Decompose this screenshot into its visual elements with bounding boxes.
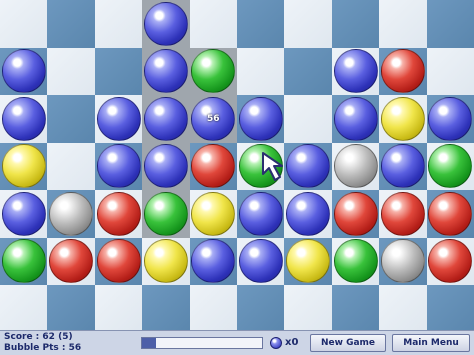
blue-bubble[interactable] (143, 96, 188, 141)
board-tile (0, 285, 48, 330)
board-tile (94, 47, 143, 95)
bubble-points-value: 56 (68, 343, 82, 353)
red-bubble[interactable] (96, 191, 141, 236)
board-tile (94, 0, 143, 48)
score-row: Score : 62 (5) (4, 332, 73, 343)
red-bubble[interactable] (380, 191, 425, 236)
green-bubble[interactable] (1, 239, 46, 284)
board-tile (142, 285, 190, 330)
game-window: 56 Score : 62 (5) Bubble Pts : 56 x0 New… (0, 0, 474, 355)
main-menu-button[interactable]: Main Menu (392, 334, 470, 352)
gray-bubble[interactable] (333, 144, 378, 189)
bubble-points-label: Bubble Pts : (4, 343, 66, 353)
yellow-bubble[interactable] (143, 239, 188, 284)
yellow-bubble[interactable] (1, 144, 46, 189)
blue-bubble[interactable] (96, 96, 141, 141)
board-tile (47, 285, 95, 330)
board-tile (0, 0, 48, 48)
blue-bubble[interactable] (286, 191, 331, 236)
blue-bubble[interactable] (380, 144, 425, 189)
blue-bubble[interactable] (238, 96, 283, 141)
board-tile (237, 0, 285, 48)
blue-bubble[interactable] (333, 49, 378, 94)
bubbles-remaining: x0 (285, 337, 299, 348)
bubble-points-row: Bubble Pts : 56 (4, 343, 81, 354)
game-board[interactable]: 56 (0, 0, 474, 330)
new-game-button[interactable]: New Game (310, 334, 386, 352)
board-tile (284, 285, 332, 330)
board-tile (426, 0, 474, 48)
board-tile (47, 95, 95, 143)
board-tile (284, 0, 332, 48)
blue-bubble[interactable] (143, 1, 188, 46)
selected-group-points: 56 (207, 113, 220, 124)
board-tile (189, 0, 238, 48)
red-bubble[interactable] (333, 191, 378, 236)
board-tile (237, 285, 285, 330)
blue-bubble[interactable] (333, 96, 378, 141)
arrow-cursor-icon (262, 152, 283, 181)
board-tile (237, 47, 285, 95)
board-tile (47, 142, 95, 190)
board-tile (94, 285, 143, 330)
blue-bubble[interactable] (1, 96, 46, 141)
board-tile (47, 0, 95, 48)
board-tile (331, 285, 380, 330)
blue-bubble[interactable] (238, 239, 283, 284)
blue-bubble[interactable] (143, 144, 188, 189)
progress-fill (142, 338, 157, 348)
green-bubble[interactable] (143, 191, 188, 236)
progress-bar (141, 337, 263, 349)
red-bubble[interactable] (380, 49, 425, 94)
blue-bubble[interactable] (96, 144, 141, 189)
board-tile (284, 47, 332, 95)
gray-bubble[interactable] (49, 191, 94, 236)
red-bubble[interactable] (96, 239, 141, 284)
board-tile (284, 95, 332, 143)
score-label: Score : (4, 332, 40, 342)
yellow-bubble[interactable] (191, 191, 236, 236)
board-tile (426, 47, 474, 95)
blue-bubble[interactable] (143, 49, 188, 94)
blue-bubble[interactable] (428, 96, 473, 141)
blue-bubble[interactable] (1, 191, 46, 236)
board-tile (47, 47, 95, 95)
board-tile (426, 285, 474, 330)
blue-bubble[interactable] (1, 49, 46, 94)
board-tile (331, 0, 380, 48)
gray-bubble[interactable] (380, 239, 425, 284)
green-bubble[interactable] (333, 239, 378, 284)
status-bar: Score : 62 (5) Bubble Pts : 56 x0 New Ga… (0, 330, 474, 355)
board-tile (189, 285, 238, 330)
blue-bubble[interactable] (238, 191, 283, 236)
board-tile (379, 0, 427, 48)
bubble-icon (270, 337, 282, 349)
score-value: 62 (5) (42, 332, 73, 342)
red-bubble[interactable] (428, 191, 473, 236)
yellow-bubble[interactable] (380, 96, 425, 141)
board-tile (379, 285, 427, 330)
